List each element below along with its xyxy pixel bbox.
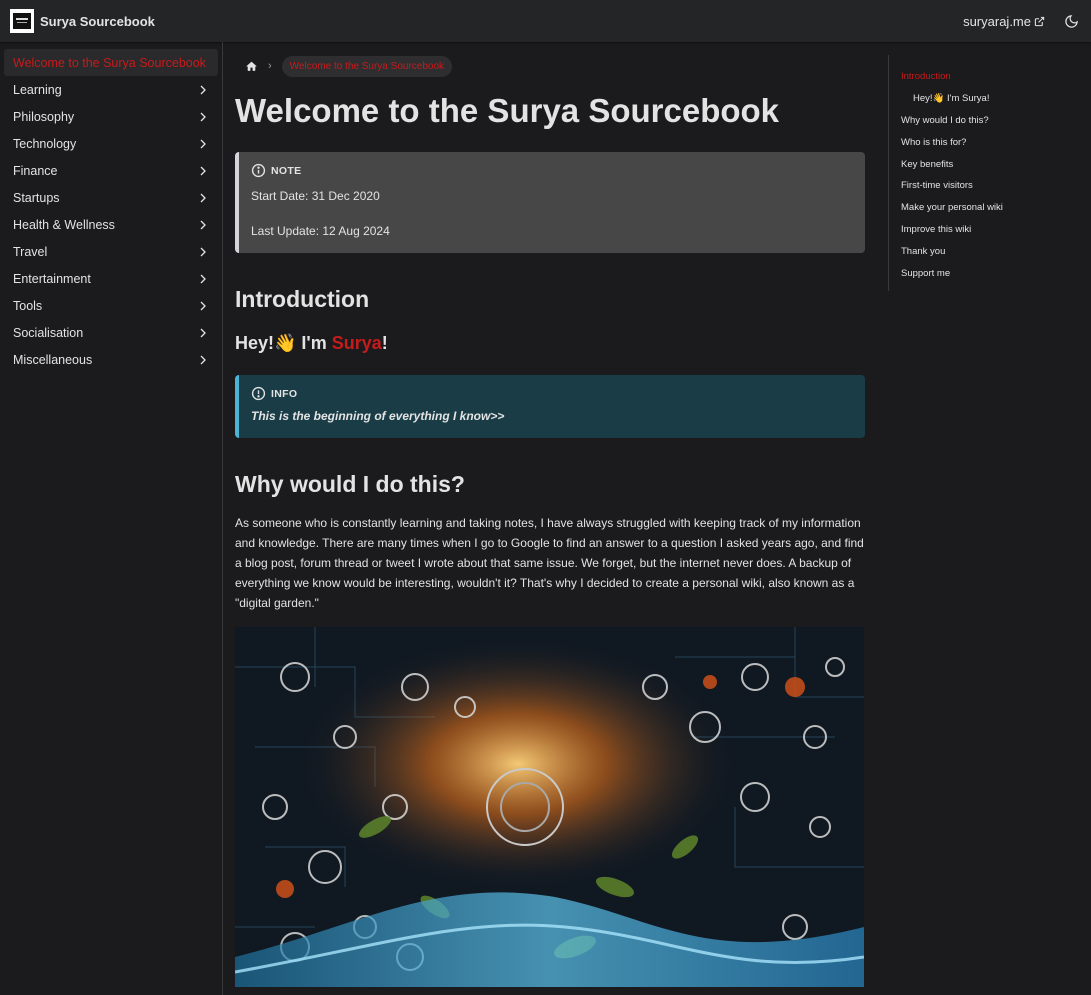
info-label: INFO bbox=[271, 387, 298, 400]
chevron-right-icon[interactable] bbox=[197, 84, 209, 96]
sidebar-item-label: Finance bbox=[13, 163, 58, 178]
toc-link[interactable]: Key benefits bbox=[901, 153, 1083, 175]
sidebar-item-label: Technology bbox=[13, 136, 77, 151]
toc-link[interactable]: Why would I do this? bbox=[901, 110, 1083, 132]
chevron-right-icon[interactable] bbox=[197, 327, 209, 339]
introduction-heading: Introduction bbox=[235, 286, 370, 312]
brand-title: Surya Sourcebook bbox=[40, 13, 155, 29]
sidebar-item-label: Learning bbox=[13, 82, 62, 97]
sidebar-item-socialisation[interactable]: Socialisation bbox=[4, 319, 218, 346]
why-paragraph: As someone who is constantly learning an… bbox=[235, 516, 864, 610]
toc-link[interactable]: Support me bbox=[901, 262, 1083, 284]
toc-link[interactable]: Introduction bbox=[901, 66, 1083, 88]
sidebar-item-label: Entertainment bbox=[13, 271, 91, 286]
toc-link[interactable]: Make your personal wiki bbox=[901, 197, 1083, 219]
toc-link[interactable]: Hey!👋 I'm Surya! bbox=[901, 88, 1083, 110]
note-heading: NOTE bbox=[251, 163, 853, 178]
external-link-icon bbox=[1034, 16, 1045, 26]
info-admonition: INFO This is the beginning of everything… bbox=[235, 375, 865, 438]
chevron-right-icon[interactable] bbox=[197, 354, 209, 366]
table-of-contents: Introduction Hey!👋 I'm Surya! Why would I … bbox=[888, 55, 1083, 291]
theme-toggle-button[interactable] bbox=[1061, 11, 1081, 31]
breadcrumb-separator: › bbox=[268, 60, 272, 72]
chevron-right-icon[interactable] bbox=[197, 138, 209, 150]
navbar: Surya Sourcebook suryaraj.me bbox=[0, 0, 1091, 42]
sidebar-item-philosophy[interactable]: Philosophy bbox=[4, 103, 218, 130]
sidebar-item-tools[interactable]: Tools bbox=[4, 292, 218, 319]
breadcrumb-current: Welcome to the Surya Sourcebook bbox=[281, 55, 453, 77]
last-update: Last Update: 12 Aug 2024 bbox=[251, 224, 390, 238]
greeting-suffix: ! bbox=[381, 333, 388, 353]
sidebar-item-technology[interactable]: Technology bbox=[4, 130, 218, 157]
sidebar-item-learning[interactable]: Learning bbox=[4, 76, 218, 103]
chevron-right-icon[interactable] bbox=[197, 111, 209, 123]
sidebar-item-label: Welcome to the Surya Sourcebook bbox=[13, 55, 206, 70]
sidebar-item-label: Health & Wellness bbox=[13, 217, 115, 232]
greeting-name: Surya bbox=[331, 333, 382, 353]
sidebar-item-finance[interactable]: Finance bbox=[4, 157, 218, 184]
sidebar-item-label: Tools bbox=[13, 298, 43, 313]
home-icon[interactable] bbox=[244, 59, 258, 73]
moon-icon bbox=[1064, 14, 1078, 28]
sidebar-item-label: Socialisation bbox=[13, 325, 84, 340]
sidebar-item-label: Travel bbox=[13, 244, 48, 259]
external-site-link[interactable]: suryaraj.me bbox=[963, 14, 1045, 29]
chevron-right-icon[interactable] bbox=[197, 219, 209, 231]
toc-link[interactable]: Thank you bbox=[901, 240, 1083, 262]
brand-link[interactable]: Surya Sourcebook bbox=[10, 9, 155, 33]
hero-illustration bbox=[235, 627, 864, 987]
hero-image bbox=[235, 627, 864, 987]
sidebar-item-health-wellness[interactable]: Health & Wellness bbox=[4, 211, 218, 238]
sidebar-item-welcome-to-the-surya-sourcebook[interactable]: Welcome to the Surya Sourcebook bbox=[4, 49, 218, 76]
info-heading: INFO bbox=[251, 386, 853, 401]
external-site-label: suryaraj.me bbox=[963, 13, 1031, 29]
chevron-right-icon[interactable] bbox=[197, 300, 209, 312]
chevron-right-icon[interactable] bbox=[197, 246, 209, 258]
sidebar: Welcome to the Surya Sourcebook Learning P… bbox=[0, 42, 223, 995]
toc-link[interactable]: First-time visitors bbox=[901, 175, 1083, 197]
site-logo bbox=[10, 9, 34, 33]
sidebar-item-label: Startups bbox=[13, 190, 60, 205]
chevron-right-icon[interactable] bbox=[197, 165, 209, 177]
info-circle-icon bbox=[251, 163, 266, 178]
sidebar-item-startups[interactable]: Startups bbox=[4, 184, 218, 211]
start-date: Start Date: 31 Dec 2020 bbox=[251, 189, 380, 203]
info-text: This is the beginning of everything I kn… bbox=[251, 409, 505, 423]
page-title: Welcome to the Surya Sourcebook bbox=[235, 92, 780, 129]
exclamation-circle-icon bbox=[251, 386, 266, 401]
toc-link[interactable]: Who is this for? bbox=[901, 131, 1083, 153]
note-admonition: NOTE Start Date: 31 Dec 2020 Last Update… bbox=[235, 152, 865, 253]
sidebar-item-entertainment[interactable]: Entertainment bbox=[4, 265, 218, 292]
chevron-right-icon[interactable] bbox=[197, 192, 209, 204]
note-label: NOTE bbox=[271, 164, 302, 177]
sidebar-item-label: Miscellaneous bbox=[13, 352, 93, 367]
chevron-right-icon[interactable] bbox=[197, 273, 209, 285]
main-content: › Welcome to the Surya Sourcebook Welcom… bbox=[235, 42, 865, 987]
sidebar-item-miscellaneous[interactable]: Miscellaneous bbox=[4, 346, 218, 373]
toc-link[interactable]: Improve this wiki bbox=[901, 219, 1083, 241]
sidebar-item-travel[interactable]: Travel bbox=[4, 238, 218, 265]
breadcrumb: › Welcome to the Surya Sourcebook bbox=[235, 55, 865, 77]
why-heading: Why would I do this? bbox=[235, 471, 465, 497]
sidebar-item-label: Philosophy bbox=[13, 109, 75, 124]
greeting-heading: Hey!👋 I'm Surya! bbox=[235, 333, 865, 354]
greeting-prefix: Hey!👋 I'm bbox=[235, 333, 332, 353]
